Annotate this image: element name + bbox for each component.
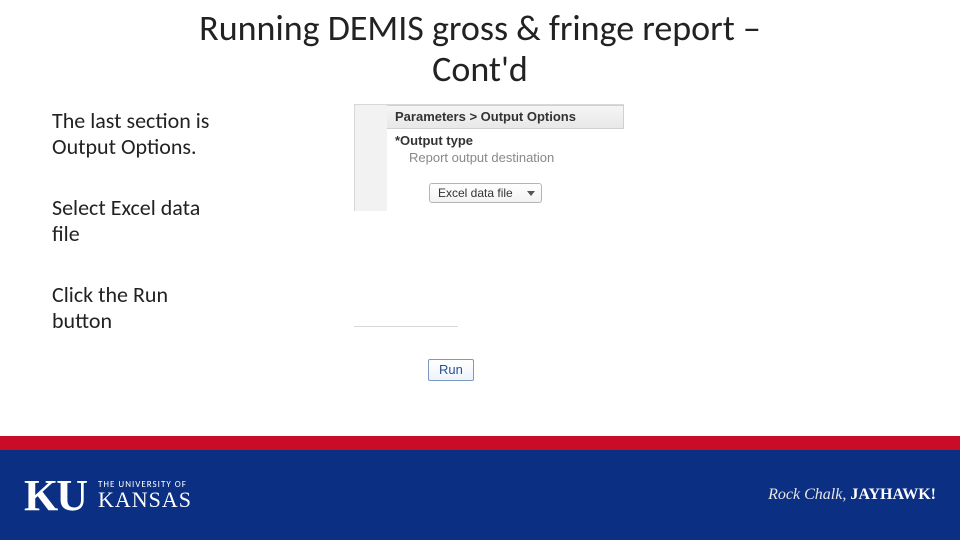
- dropdown-value: Excel data file: [438, 186, 513, 200]
- ku-logo-line2: KANSAS: [98, 489, 192, 511]
- slogan-emph: JAYHAWK!: [850, 486, 936, 503]
- panel-breadcrumb: Parameters > Output Options: [387, 105, 624, 129]
- output-type-description: Report output destination: [409, 150, 616, 165]
- instruction-p1: The last section is Output Options.: [52, 108, 232, 161]
- slogan-prefix: Rock Chalk,: [768, 486, 846, 503]
- ku-mark: KU: [24, 470, 86, 521]
- output-type-dropdown[interactable]: Excel data file: [429, 183, 542, 203]
- output-type-label: *Output type: [395, 133, 616, 148]
- footer-red-bar: [0, 436, 960, 450]
- title-line-2: Cont'd: [432, 47, 528, 91]
- footer-slogan: Rock Chalk, JAYHAWK!: [768, 486, 936, 504]
- panel-divider: [354, 326, 458, 327]
- output-options-panel: Parameters > Output Options *Output type…: [354, 104, 624, 211]
- footer-blue-bar: KU THE UNIVERSITY OF KANSAS Rock Chalk, …: [0, 450, 960, 540]
- instruction-p3: Click the Run button: [52, 282, 232, 335]
- slide-title: Running DEMIS gross & fringe report – Co…: [0, 8, 960, 91]
- title-line-1: Running DEMIS gross & fringe report –: [199, 6, 761, 50]
- run-button[interactable]: Run: [428, 359, 474, 381]
- chevron-down-icon: [527, 191, 535, 196]
- instruction-p2: Select Excel data file: [52, 195, 232, 248]
- ku-logo: KU THE UNIVERSITY OF KANSAS: [24, 470, 192, 521]
- instruction-text: The last section is Output Options. Sele…: [52, 108, 232, 368]
